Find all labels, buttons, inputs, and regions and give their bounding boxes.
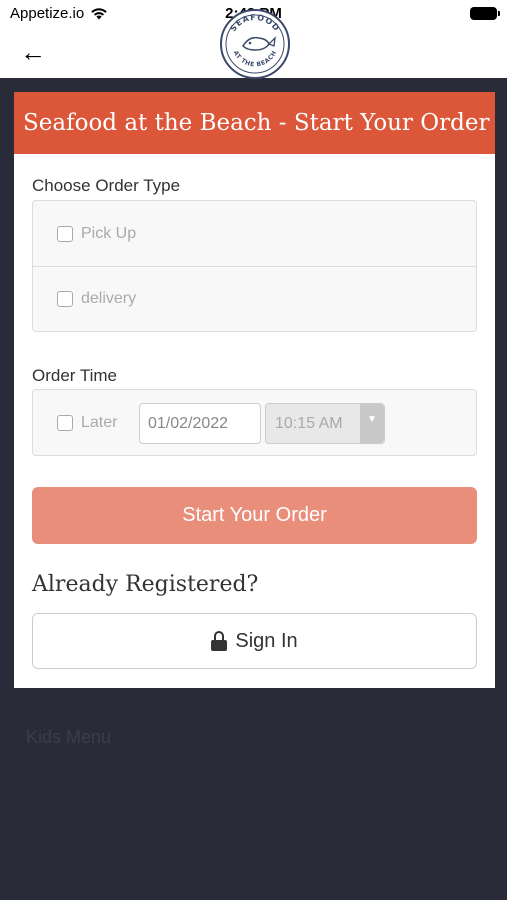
- option-pick-up[interactable]: Pick Up: [33, 201, 476, 266]
- time-select[interactable]: 10:15 AM ▼: [265, 403, 385, 444]
- start-order-button[interactable]: Start Your Order: [32, 487, 477, 544]
- sign-in-button[interactable]: Sign In: [32, 613, 477, 669]
- later-option[interactable]: Later: [57, 414, 117, 432]
- option-delivery[interactable]: delivery: [33, 266, 476, 331]
- order-type-label: Choose Order Type: [32, 176, 181, 195]
- battery-icon: [470, 7, 500, 20]
- chevron-down-icon: ▼: [360, 404, 384, 443]
- order-time-box: Later 01/02/2022 10:15 AM ▼: [32, 389, 477, 456]
- start-order-modal: Seafood at the Beach - Start Your Order …: [14, 92, 495, 688]
- navigation-bar: ← SEAFOOD AT THE BEACH: [0, 9, 507, 79]
- sign-in-label: Sign In: [235, 629, 298, 652]
- back-arrow-icon[interactable]: ←: [20, 38, 46, 66]
- order-time-label: Order Time: [32, 366, 118, 385]
- modal-title: Seafood at the Beach - Start Your Order: [14, 92, 495, 154]
- background-menu-item-kids: Kids Menu: [26, 727, 112, 747]
- already-registered-heading: Already Registered?: [32, 572, 259, 597]
- later-checkbox[interactable]: [57, 415, 73, 431]
- date-input[interactable]: 01/02/2022: [139, 403, 261, 444]
- time-select-value: 10:15 AM: [275, 414, 343, 432]
- later-label: Later: [81, 414, 118, 431]
- order-type-options: Pick Up delivery: [32, 200, 477, 332]
- delivery-label: delivery: [81, 290, 137, 307]
- restaurant-logo: SEAFOOD AT THE BEACH: [220, 9, 290, 79]
- pick-up-checkbox[interactable]: [57, 225, 73, 242]
- pick-up-label: Pick Up: [81, 224, 137, 242]
- lock-icon: [211, 631, 228, 651]
- delivery-checkbox[interactable]: [57, 291, 73, 307]
